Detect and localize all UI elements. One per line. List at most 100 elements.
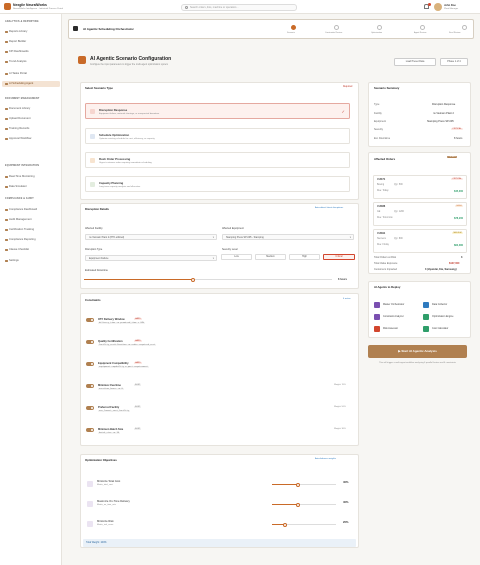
- brand-subtitle: NeuralWorks Intelligence · Industrial Pr…: [13, 8, 63, 10]
- objective-risk: Minimize Risk Matrix_risk_score 20%: [85, 516, 351, 534]
- constraint-weight: Weight: 70%: [334, 383, 346, 386]
- constraint-name: OTF Delivery Window: [98, 317, 125, 321]
- required-label: Required: [343, 86, 353, 88]
- summary-facility: ns Vietnam Plant 2: [433, 112, 454, 115]
- user-name: John Doe: [444, 3, 456, 7]
- sidebar-item-certification-tracking[interactable]: Certification Tracking: [9, 228, 34, 231]
- facility-select[interactable]: ns Vietnam Plant 2 (87% utilized) ▾: [85, 234, 217, 240]
- constraint-weight: Weight: 30%: [334, 427, 346, 430]
- constraint-name: Minimum Batch Size: [98, 427, 124, 431]
- constraint-toggle[interactable]: [86, 318, 94, 322]
- notification-dot: [428, 2, 431, 6]
- sidebar-item-real-time-monitoring[interactable]: Real-Time Monitoring: [9, 175, 35, 178]
- downtime-slider-knob[interactable]: [191, 277, 196, 282]
- agent-master-orchestrator: Master Orchestrator: [374, 301, 418, 309]
- scenario-title: Select Scenario Type: [85, 86, 113, 90]
- orders-card: Affected Orders 3 orders V-8471 CRITICAL…: [368, 152, 471, 274]
- severity-high[interactable]: High: [289, 254, 320, 260]
- constraint-expression: delivery_time <= promised_time + 24h: [98, 322, 146, 324]
- sidebar-section-equipment: EQUIPMENT INTEGRATION: [5, 165, 40, 167]
- top-bar: Nexgile NeuralWorks NeuralWorks Intellig…: [0, 0, 480, 14]
- sidebar-item-training-records[interactable]: Training Records: [9, 127, 29, 130]
- objectives-card: Optimization Objectives Auto-balance wei…: [80, 454, 359, 548]
- disruption-card: Disruption Details Auto-detect latest di…: [80, 203, 359, 289]
- objective-slider-knob[interactable]: [295, 482, 300, 487]
- total-weight: Total Weight: 100%: [86, 541, 107, 544]
- sidebar-item-trend-analysis[interactable]: Trend Analysis: [9, 60, 27, 63]
- sidebar-item-data-simulator[interactable]: Data Simulator: [9, 185, 27, 188]
- constraint-tag: HARD: [134, 361, 142, 364]
- orders-title: Affected Orders: [374, 157, 396, 161]
- sidebar-item-ai-scheduling-agent[interactable]: AI Scheduling Agent: [9, 82, 33, 85]
- constraint-toggle[interactable]: [86, 340, 94, 344]
- cta-note: This will trigger a multi-agent workflow…: [379, 362, 456, 364]
- downtime-slider-fill: [84, 279, 194, 280]
- constraint-tag: HARD: [134, 317, 142, 320]
- constraint-name: Quality Certification: [98, 339, 123, 343]
- disruption-title: Disruption Details: [85, 207, 109, 211]
- sidebar-item-upload-document[interactable]: Upload Document: [9, 117, 31, 120]
- sidebar-item-compliance-dashboard[interactable]: Compliance Dashboard: [9, 208, 37, 211]
- severity-medium[interactable]: Medium: [255, 254, 286, 260]
- objective-slider-knob[interactable]: [295, 502, 300, 507]
- sidebar-item-report-builder[interactable]: Report Builder: [9, 40, 26, 43]
- step-3[interactable]: [377, 25, 382, 30]
- step-1[interactable]: [291, 25, 296, 30]
- page-icon: [78, 56, 86, 64]
- agent-optimization-engine: Optimization Engine: [423, 313, 467, 321]
- search-input[interactable]: Search orders, lists, machine or operato…: [181, 3, 297, 11]
- agent-risk-assessor: Risk Assessor: [374, 325, 418, 333]
- step-4[interactable]: [420, 25, 425, 30]
- agents-card: AI Agents to Deploy Master Orchestrator …: [368, 281, 471, 338]
- lightning-icon: [90, 157, 95, 163]
- step-2[interactable]: [334, 25, 339, 30]
- constraint-tag: SOFT: [134, 427, 142, 430]
- constraint-name: Equipment Compatibility: [98, 361, 129, 365]
- severity-low[interactable]: Low: [221, 254, 252, 260]
- constraint-expression: facility_certification >= order.required…: [98, 344, 157, 346]
- constraint-toggle[interactable]: [86, 384, 94, 388]
- constraint-toggle[interactable]: [86, 428, 94, 432]
- scenario-option-optimization[interactable]: Schedule Optimization Optimize existing s…: [85, 128, 350, 144]
- sidebar-item-reports-library[interactable]: Reports Library: [9, 30, 27, 33]
- sidebar-item-compliance-reporting[interactable]: Compliance Reporting: [9, 238, 36, 241]
- downtime-value: 8 hours: [338, 277, 348, 281]
- objective-slider-fill: [272, 504, 298, 505]
- sidebar-item-document-library[interactable]: Document Library: [9, 107, 30, 110]
- disruption-type-select[interactable]: Equipment Failure ▾: [85, 255, 217, 261]
- summary-type: Disruption Response: [432, 103, 456, 106]
- sidebar-section-compliance: COMPLIANCE & AUDIT: [5, 198, 34, 200]
- scenario-option-disruption[interactable]: Disruption Response Equipment failure, ma…: [85, 103, 350, 119]
- agent-cost-calculator: Cost Calculator: [423, 325, 467, 333]
- scenario-option-rush-order[interactable]: Rush Order Processing Urgent customer ord…: [85, 152, 350, 168]
- sidebar-item-clause-checklist[interactable]: Clause Checklist: [9, 248, 29, 251]
- dollar-icon: [87, 481, 93, 487]
- sidebar-item-settings[interactable]: Settings: [9, 259, 19, 262]
- constraint-expression: batch_size >= 10: [98, 432, 121, 434]
- sidebar-item-ai-tasks-portal[interactable]: AI Tasks Portal: [9, 72, 27, 75]
- constraint-toggle[interactable]: [86, 406, 94, 410]
- objective-cost: Minimize Total Cost Matrix_total_cost 40%: [85, 476, 351, 494]
- constraint-toggle[interactable]: [86, 362, 94, 366]
- order-card[interactable]: V-8486 HIGH GE Qty: 1200 Due: Tomorrow $…: [373, 202, 467, 226]
- sidebar: ANALYTICS & REPORTING Reports Library Re…: [0, 14, 62, 565]
- scenario-option-capacity[interactable]: Capacity Planning Long-term capacity anal…: [85, 176, 350, 192]
- auto-balance-link[interactable]: Auto-balance weights: [315, 458, 336, 460]
- constraint-weight: Weight: 50%: [334, 405, 346, 408]
- avatar[interactable]: [434, 3, 442, 11]
- severity-critical[interactable]: Critical: [323, 254, 355, 260]
- load-preset-button[interactable]: Load Preset Data: [394, 58, 436, 66]
- sidebar-item-kpi-dashboards[interactable]: KPI Dashboards: [9, 50, 29, 53]
- order-card[interactable]: V-8471 CRITICAL Boeing Qty: 500 Due: Tod…: [373, 175, 467, 199]
- sidebar-item-approval-workflow[interactable]: Approval Workflow: [9, 137, 31, 140]
- agents-title: AI Agents to Deploy: [374, 285, 401, 289]
- objective-slider-knob[interactable]: [282, 522, 287, 527]
- equipment-select[interactable]: Stamping Press SP-005 - Stamping ▾: [222, 234, 354, 240]
- auto-detect-link[interactable]: Auto-detect latest disruptions: [315, 207, 343, 209]
- sidebar-item-audit-management[interactable]: Audit Management: [9, 218, 32, 221]
- start-analysis-button[interactable]: ▶ Start AI Agentic Analysis: [368, 345, 467, 358]
- constraint-tag: SOFT: [134, 383, 142, 386]
- order-card[interactable]: V-8491 MEDIUM Siemens Qty: 800 Due: Frid…: [373, 229, 467, 253]
- summary-title: Scenario Summary: [374, 86, 400, 90]
- step-5[interactable]: [462, 25, 467, 30]
